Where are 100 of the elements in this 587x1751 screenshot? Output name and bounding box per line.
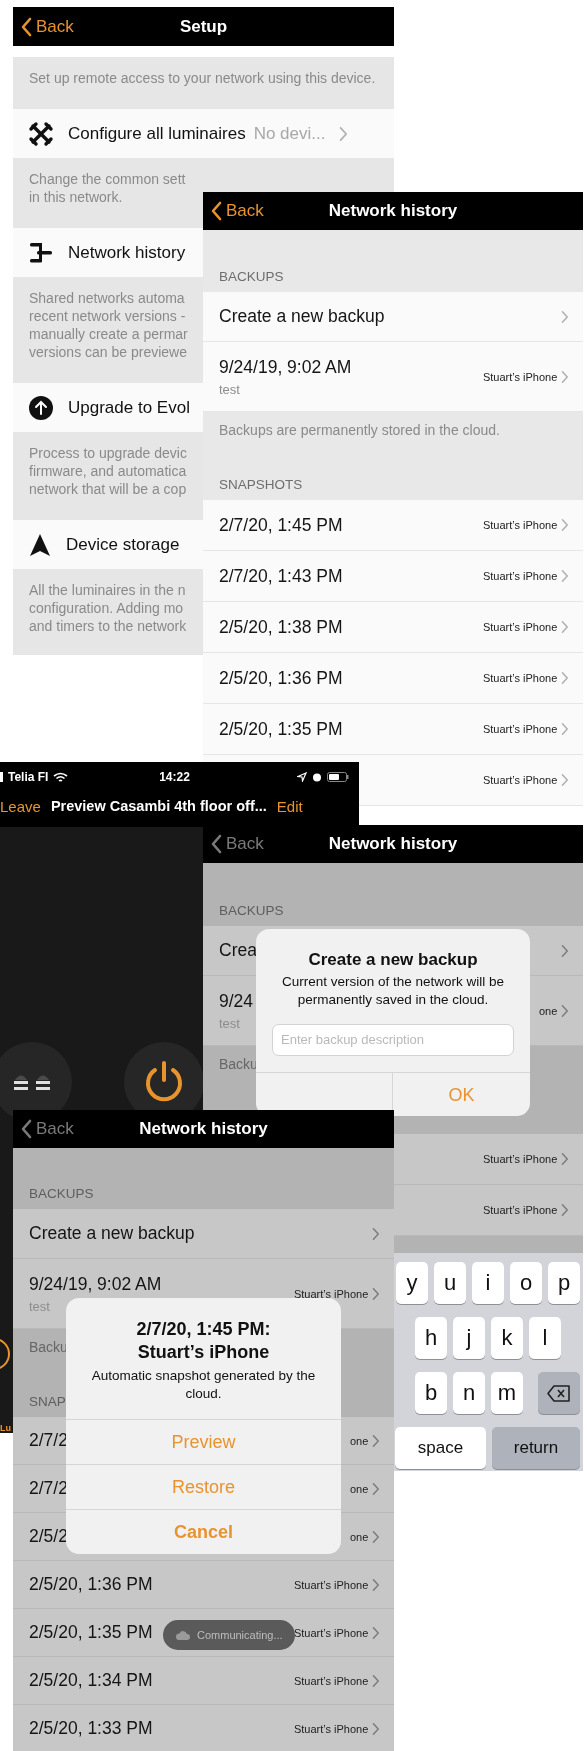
description-text: All the luminaires in the n: [29, 581, 186, 599]
return-key[interactable]: return: [492, 1427, 580, 1469]
device-name: Stuart’s iPhone: [482, 1204, 558, 1216]
backup-row[interactable]: 9/24/19, 9:02 AM test Stuart’s iPhone: [203, 342, 583, 412]
chevron-right-icon: [561, 773, 569, 787]
chevron-right-icon: [372, 1481, 380, 1496]
leave-link[interactable]: Leave: [0, 798, 41, 815]
backup-note: test: [219, 381, 240, 397]
back-chevron-icon: [21, 16, 32, 37]
screen-title: Network history: [328, 834, 458, 854]
description-text: versions can be previewe: [29, 343, 187, 361]
row-label: Configure all luminaires: [68, 123, 246, 144]
chevron-right-icon: [372, 1433, 380, 1448]
chevron-right-icon: [561, 369, 569, 384]
description-text: manually create a permar: [29, 325, 188, 343]
row-title: Create a new backup: [219, 306, 385, 327]
device-name: Stuart’s iPhone: [293, 1578, 369, 1591]
keyboard-key[interactable]: m: [491, 1372, 523, 1414]
keyboard-key[interactable]: o: [510, 1262, 542, 1304]
keyboard-key[interactable]: k: [491, 1317, 523, 1359]
description-text: Shared networks automa: [29, 289, 185, 307]
snapshot-date: 2/5/20, 1:33 PM: [29, 1718, 153, 1739]
snapshot-date: 2/5/20, 1:35 PM: [219, 718, 343, 740]
row-title: Create a new backup: [29, 1223, 195, 1244]
keyboard-key[interactable]: i: [472, 1262, 504, 1304]
intro-text: Set up remote access to your network using this device.: [13, 57, 394, 109]
device-name: Stuart’s iPhone: [482, 519, 558, 531]
chevron-right-icon: [372, 1529, 380, 1544]
section-header: SNAP: [29, 1394, 66, 1409]
backup-description-field[interactable]: Enter backup description: [272, 1023, 514, 1056]
dialog-message: Current version of the network will be permanently saved in the cloud.: [280, 973, 506, 1010]
device-name: one: [349, 1434, 369, 1447]
description-text: in this network.: [29, 188, 123, 206]
device-name: Stuart’s iPhone: [482, 1153, 558, 1165]
section-header: BACKUPS: [29, 1186, 94, 1201]
device-name: Stuart’s iPhone: [482, 723, 558, 735]
device-name: Stuart’s iPhone: [482, 370, 558, 383]
screen-title: Preview Casambi 4th floor off...: [50, 798, 267, 814]
back-link[interactable]: Back: [211, 201, 264, 221]
device-name: one: [349, 1530, 369, 1543]
description-text: and timers to the network: [29, 617, 187, 635]
keyboard-key[interactable]: n: [453, 1372, 485, 1414]
create-backup-row[interactable]: Create a new backup: [203, 292, 583, 342]
chevron-right-icon: [561, 722, 569, 736]
up-arrow-circle-icon: [28, 394, 54, 421]
keyboard-key[interactable]: u: [434, 1262, 466, 1304]
battery-icon: [327, 772, 349, 782]
backup-note: test: [219, 1015, 240, 1031]
section-header: SNAPSHOTS: [219, 477, 303, 492]
back-link[interactable]: Back: [21, 1119, 74, 1139]
keyboard-key[interactable]: l: [529, 1317, 561, 1359]
snapshot-date: 2/5/20, 1:38 PM: [219, 616, 343, 638]
bottom-label: Lu: [0, 1423, 11, 1433]
delete-icon: [547, 1384, 571, 1402]
keyboard-key[interactable]: b: [415, 1372, 447, 1414]
screen-title: Network history: [328, 201, 458, 221]
keyboard-key[interactable]: h: [415, 1317, 447, 1359]
keyboard-key[interactable]: y: [396, 1262, 428, 1304]
row-label: Upgrade to Evol: [68, 397, 190, 418]
dialog-message: Automatic snapshot generated by the cloud.: [90, 1366, 317, 1403]
chevron-right-icon: [339, 125, 349, 142]
ring-icon: [0, 1337, 13, 1371]
back-chevron-icon: [21, 1119, 32, 1139]
back-chevron-icon: [211, 834, 222, 854]
device-name: Stuart’s iPhone: [482, 672, 558, 684]
snapshot-date: 2/5/20, 1:34 PM: [29, 1670, 153, 1691]
back-chevron-icon: [211, 201, 222, 221]
crossed-tools-icon: [28, 120, 54, 147]
description-text: recent network versions -: [29, 307, 186, 325]
create-backup-row[interactable]: Create a new backup: [13, 1209, 394, 1259]
location-arrow-icon: [297, 772, 307, 782]
device-name: Stuart’s iPhone: [293, 1722, 369, 1735]
description-text: configuration. Adding mo: [29, 599, 184, 617]
back-link[interactable]: Back: [211, 834, 264, 854]
snapshot-date: 2/7/2: [29, 1430, 68, 1451]
chevron-right-icon: [372, 1673, 380, 1688]
row-title: Crea: [219, 940, 257, 961]
device-name: Stuart’s iPhone: [482, 774, 558, 786]
delete-key[interactable]: [538, 1372, 580, 1414]
snapshot-date: 2/5/20, 1:36 PM: [219, 667, 343, 689]
description-text: network that will be a cop: [29, 480, 187, 498]
keyboard-key[interactable]: j: [453, 1317, 485, 1359]
snapshot-date: 2/7/20, 1:45 PM: [219, 514, 343, 536]
keyboard-key[interactable]: p: [548, 1262, 580, 1304]
backup-date: 9/24: [219, 990, 254, 1012]
snapshot-date: 2/5/20, 1:36 PM: [29, 1574, 153, 1595]
space-key[interactable]: space: [395, 1427, 486, 1469]
section-header: BACKUPS: [219, 903, 284, 918]
back-link[interactable]: Back: [21, 16, 74, 37]
device-name: Stuart’s iPhone: [293, 1674, 369, 1687]
description-text: firmware, and automatica: [29, 462, 187, 480]
dialog-title: Create a new backup: [307, 949, 479, 971]
row-value: No devi...: [253, 123, 326, 144]
screen-title: Network history: [139, 1119, 268, 1139]
backup-date: 9/24/19, 9:02 AM: [219, 356, 352, 378]
chevron-right-icon: [561, 569, 569, 583]
chevron-right-icon: [372, 1286, 380, 1301]
edit-link[interactable]: Edit: [276, 798, 303, 815]
device-name: Stuart’s iPhone: [482, 621, 558, 633]
snapshot-date: 2/5/2: [29, 1526, 68, 1547]
